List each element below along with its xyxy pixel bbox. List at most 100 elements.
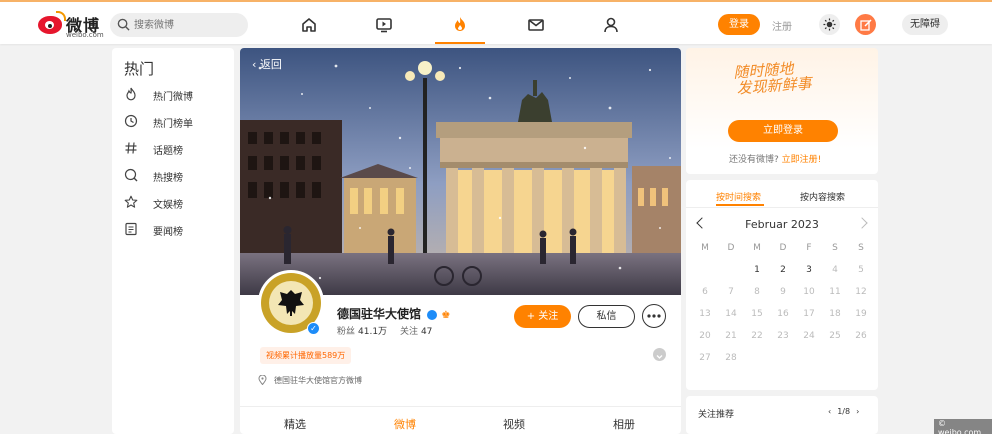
back-label: 返回	[259, 58, 282, 71]
calendar-month: Februar 2023	[745, 218, 819, 231]
calendar-day: 13	[699, 309, 711, 319]
calendar-weekday: D	[727, 243, 735, 253]
tab-video[interactable]: 视频	[474, 416, 554, 432]
search-input[interactable]	[134, 15, 242, 35]
fire-outline-icon	[126, 87, 136, 101]
follow-recommendations: 关注推荐 ‹ 1/8 ›	[686, 396, 878, 434]
calendar-day: 18	[829, 309, 841, 319]
location-pin-icon	[258, 375, 267, 385]
calendar-day: 25	[829, 331, 841, 341]
calendar-weekday: M	[701, 243, 709, 253]
promo-slogan: 随时随地 发现新鲜事	[733, 59, 813, 98]
sidebar-item-label: 文娱榜	[153, 200, 183, 211]
calendar-weekday: S	[832, 243, 838, 253]
back-button[interactable]: ‹ 返回	[252, 56, 282, 72]
following-count[interactable]: 47	[421, 327, 432, 337]
calendar-day: 22	[751, 331, 763, 341]
sidebar-item-hot-search[interactable]: 热搜榜	[124, 167, 228, 185]
calendar-day: 8	[754, 287, 760, 297]
following-label: 关注	[399, 327, 418, 337]
accessibility-button[interactable]: 无障碍	[902, 14, 948, 35]
calendar-day[interactable]: 2	[770, 260, 796, 280]
calendar-day: 12	[855, 287, 867, 297]
calendar-day: 26	[855, 331, 867, 341]
user-icon	[604, 17, 618, 33]
edit-icon	[859, 18, 872, 31]
login-button[interactable]: 登录	[718, 14, 760, 35]
logo-domain: weibo.com	[66, 31, 104, 39]
search-icon	[117, 18, 130, 31]
tab-search-by-content[interactable]: 按内容搜索	[800, 190, 845, 203]
message-icon	[528, 19, 544, 31]
more-button[interactable]	[642, 304, 666, 328]
follow-rec-title: 关注推荐	[698, 410, 735, 420]
follow-button[interactable]: + 关注	[514, 305, 571, 328]
no-account-text: 还没有微博?	[729, 155, 779, 165]
calendar-day: 27	[699, 353, 711, 363]
nav-profile[interactable]	[586, 6, 636, 44]
message-button[interactable]: 私信	[578, 305, 635, 328]
calendar-day: 11	[829, 287, 841, 297]
verified-icon: ✓	[307, 322, 320, 335]
calendar-day[interactable]: 1	[744, 260, 770, 280]
sidebar-item-label: 要闻榜	[153, 227, 183, 238]
nav-video[interactable]	[359, 6, 409, 44]
compose-button[interactable]	[855, 14, 876, 35]
calendar-day: 4	[832, 265, 838, 275]
login-now-button[interactable]: 立即登录	[728, 120, 838, 142]
chevron-right-icon[interactable]: ›	[856, 407, 859, 416]
active-tab-underline	[716, 204, 764, 206]
sidebar-item-hot-weibo[interactable]: 热门微博	[124, 86, 228, 104]
calendar-day: 19	[855, 309, 867, 319]
video-views-tag: 视频累计播放量589万	[260, 347, 352, 364]
hashtag-icon	[125, 142, 137, 154]
calendar-day[interactable]: 3	[796, 260, 822, 280]
calendar-day: 28	[725, 353, 737, 363]
sidebar-item-hot-list[interactable]: 热门榜单	[124, 113, 228, 131]
fans-label: 粉丝	[337, 327, 356, 337]
theme-toggle-button[interactable]	[819, 14, 840, 35]
profile-name-text: 德国驻华大使馆	[337, 307, 422, 321]
profile-card: ‹ 返回 ✓ 德国驻华大使馆 ♚ 粉丝 41.1万 关注 47 + 关注 私信 视频…	[240, 48, 681, 434]
calendar-day: 23	[777, 331, 789, 341]
tab-search-by-time[interactable]: 按时间搜索	[716, 190, 761, 203]
divider	[686, 207, 878, 208]
sidebar-item-topics[interactable]: 话题榜	[124, 140, 228, 158]
brandenburg-gate-photo	[240, 48, 681, 295]
search-box[interactable]	[110, 13, 248, 37]
nav-messages[interactable]	[511, 6, 561, 44]
calendar-weekday: D	[779, 243, 787, 253]
search-circle-icon	[124, 168, 138, 182]
tab-album[interactable]: 相册	[584, 416, 664, 432]
calendar-day: 9	[780, 287, 786, 297]
calendar-day: 7	[728, 287, 734, 297]
calendar-weekday: F	[806, 243, 812, 253]
calendar-day: 17	[803, 309, 815, 319]
fans-count[interactable]: 41.1万	[358, 327, 387, 337]
expand-button[interactable]	[653, 348, 666, 361]
tab-featured[interactable]: 精选	[255, 416, 335, 432]
nav-home[interactable]	[284, 6, 334, 44]
login-promo-card: 随时随地 发现新鲜事 立即登录 还没有微博? 立即注册!	[686, 48, 878, 174]
chevron-left-icon[interactable]: ‹	[828, 407, 831, 416]
top-navigation-bar: 微博 weibo.com 登录 注册 无障碍	[0, 0, 992, 44]
calendar-day: 6	[702, 287, 708, 297]
profile-stats: 粉丝 41.1万 关注 47	[337, 324, 442, 337]
document-icon	[125, 222, 137, 236]
register-prompt: 还没有微博? 立即注册!	[729, 152, 821, 165]
register-now-link[interactable]: 立即注册!	[782, 155, 822, 165]
promo-slogan-line2: 发现新鲜事	[736, 74, 813, 98]
sidebar-item-news[interactable]: 要闻榜	[124, 221, 228, 239]
verified-blue-icon	[427, 309, 438, 320]
home-icon	[302, 18, 316, 32]
sidebar-item-label: 热门微博	[153, 92, 193, 103]
register-link[interactable]: 注册	[772, 18, 792, 33]
sidebar-item-entertainment[interactable]: 文娱榜	[124, 194, 228, 212]
calendar-day: 16	[777, 309, 789, 319]
weibo-logo[interactable]: 微博 weibo.com	[38, 11, 104, 39]
cover-image: ‹ 返回	[240, 48, 681, 295]
nav-hot[interactable]	[435, 6, 485, 44]
video-icon	[376, 18, 392, 33]
tab-weibo[interactable]: 微博	[365, 416, 445, 432]
hot-sidebar: 热门 热门微博 热门榜单 话题榜 热搜榜 文娱榜 要闻榜	[112, 48, 234, 434]
